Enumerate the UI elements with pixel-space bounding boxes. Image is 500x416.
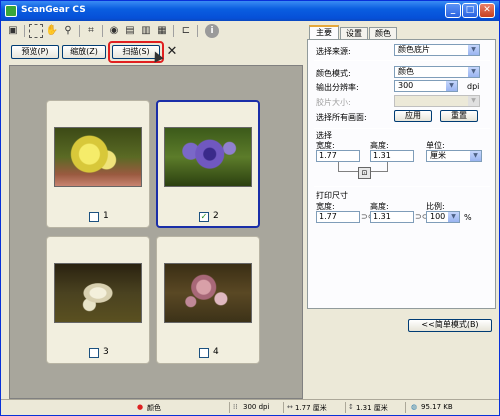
scangear-window: ScanGear CS _ □ ✕ ▣ ✋ ⚲ ⌗ ◉ ▤ ▥ ▦ ⊏ i 预览…	[0, 0, 500, 416]
resolution-unit: dpi	[467, 82, 480, 91]
chevron-down-icon: ▼	[470, 151, 481, 161]
window-icon[interactable]: ▣	[6, 24, 20, 38]
film-size-select[interactable]: ▼	[394, 95, 480, 107]
page2-icon[interactable]: ▦	[155, 24, 169, 38]
scale-select[interactable]: 100 ▼	[426, 211, 460, 223]
resolution-select[interactable]: 300 ▼	[394, 80, 458, 92]
height-input[interactable]: 1.31	[370, 150, 414, 162]
title-bar[interactable]: ScanGear CS _ □ ✕	[1, 1, 499, 21]
status-dpi: 300 dpi	[243, 403, 270, 411]
color-mode-select[interactable]: 颜色 ▼	[394, 66, 480, 78]
aspect-lock-icon[interactable]: ⊡	[358, 167, 371, 179]
thumbnail-1-checkbox[interactable]	[89, 212, 99, 222]
separator	[197, 25, 198, 37]
film-size-label: 胶片大小:	[316, 98, 351, 107]
photo-white-flower	[54, 263, 142, 323]
separator	[102, 25, 103, 37]
color-mode-value: 颜色	[398, 67, 414, 76]
app-icon	[5, 5, 17, 17]
thumbnail-2[interactable]: ✓ 2	[156, 100, 260, 228]
print-height-input[interactable]: 1.31	[370, 211, 414, 223]
status-separator	[405, 402, 406, 413]
thumbnail-4-checkbox[interactable]	[199, 348, 209, 358]
chevron-down-icon: ▼	[446, 81, 457, 91]
unit-value: 厘米	[430, 151, 446, 160]
preview-area[interactable]: 1 ✓ 2 3 4	[9, 65, 303, 399]
select-all-frames-label: 选择所有画面:	[316, 113, 367, 122]
chevron-down-icon: ▼	[468, 45, 479, 55]
photo-yellow-flower	[54, 127, 142, 187]
main-tab-panel: 选择来源: 颜色底片 ▼ 颜色模式: 颜色 ▼ 输出分辨率: 300 ▼ dpi…	[307, 39, 496, 309]
close-button[interactable]: ✕	[479, 3, 495, 18]
divider	[314, 186, 490, 187]
window-title: ScanGear CS	[21, 5, 86, 15]
maximize-button[interactable]: □	[462, 3, 478, 18]
source-label: 选择来源:	[316, 47, 351, 56]
status-size: 95.17 KB	[421, 403, 453, 411]
tab-main[interactable]: 主要	[309, 25, 339, 40]
divider	[314, 60, 490, 61]
color-mode-label: 颜色模式:	[316, 69, 351, 78]
separator	[173, 25, 174, 37]
apply-button[interactable]: 应用	[394, 110, 432, 122]
hand-icon[interactable]: ✋	[45, 24, 59, 38]
zoom-icon[interactable]: ⚲	[61, 24, 75, 38]
status-separator	[283, 402, 284, 413]
thumbnail-icon[interactable]: ▤	[123, 24, 137, 38]
divider	[314, 128, 490, 129]
scale-value: 100	[430, 212, 446, 221]
thumbnail-2-number: 2	[213, 211, 219, 221]
page3-icon[interactable]: ⊏	[179, 24, 193, 38]
page-icon[interactable]: ▥	[139, 24, 153, 38]
color-mode-icon: ●	[137, 403, 144, 411]
select-marquee-icon[interactable]	[29, 24, 43, 38]
status-color: 颜色	[147, 404, 161, 412]
disk-icon: ◍	[411, 403, 418, 411]
thumbnail-4-number: 4	[213, 347, 219, 357]
zoom-button[interactable]: 缩放(Z)	[62, 45, 106, 59]
height-icon: ↕	[348, 403, 354, 411]
width-input[interactable]: 1.77	[316, 150, 360, 162]
thumbnail-3-number: 3	[103, 347, 109, 357]
crop-icon[interactable]: ⌗	[84, 24, 98, 38]
chevron-down-icon: ▼	[448, 212, 459, 222]
thumbnail-2-checkbox[interactable]: ✓	[199, 212, 209, 222]
clear-button[interactable]: ✕	[165, 45, 179, 59]
print-size-header: 打印尺寸	[316, 191, 348, 200]
resolution-label: 输出分辨率:	[316, 83, 359, 92]
photo-pink-flower	[164, 263, 252, 323]
dpi-icon: ⁞⁞	[233, 403, 238, 411]
separator	[24, 25, 25, 37]
print-width-input[interactable]: 1.77	[316, 211, 360, 223]
scale-unit: %	[464, 213, 472, 222]
scan-all-icon[interactable]: ◉	[107, 24, 121, 38]
status-separator	[345, 402, 346, 413]
thumbnail-1-number: 1	[103, 211, 109, 221]
preview-button[interactable]: 预览(P)	[11, 45, 59, 59]
thumbnail-3-checkbox[interactable]	[89, 348, 99, 358]
source-value: 颜色底片	[398, 45, 430, 54]
thumbnail-4[interactable]: 4	[156, 236, 260, 364]
status-separator	[229, 402, 230, 413]
toolbar: ▣ ✋ ⚲ ⌗ ◉ ▤ ▥ ▦ ⊏ i	[1, 21, 301, 41]
thumbnail-1[interactable]: 1	[46, 100, 150, 228]
reset-button[interactable]: 重置	[440, 110, 478, 122]
simple-mode-button[interactable]: <<简单模式(B)	[408, 319, 492, 332]
status-height: 1.31 厘米	[356, 404, 388, 412]
photo-purple-flower	[164, 127, 252, 187]
status-width: 1.77 厘米	[295, 404, 327, 412]
resolution-value: 300	[398, 81, 414, 90]
thumbnail-3[interactable]: 3	[46, 236, 150, 364]
status-bar: ● 颜色 ⁞⁞ 300 dpi ↔ 1.77 厘米 ↕ 1.31 厘米 ◍ 95…	[1, 399, 499, 415]
source-select[interactable]: 颜色底片 ▼	[394, 44, 480, 56]
info-icon[interactable]: i	[205, 24, 219, 38]
chevron-down-icon: ▼	[468, 67, 479, 77]
separator	[79, 25, 80, 37]
chevron-down-icon: ▼	[468, 96, 479, 106]
settings-pane: 主要 设置 颜色 选择来源: 颜色底片 ▼ 颜色模式: 颜色 ▼ 输出分辨率: …	[304, 21, 499, 399]
minimize-button[interactable]: _	[445, 3, 461, 18]
unit-select[interactable]: 厘米 ▼	[426, 150, 482, 162]
width-icon: ↔	[287, 403, 293, 411]
